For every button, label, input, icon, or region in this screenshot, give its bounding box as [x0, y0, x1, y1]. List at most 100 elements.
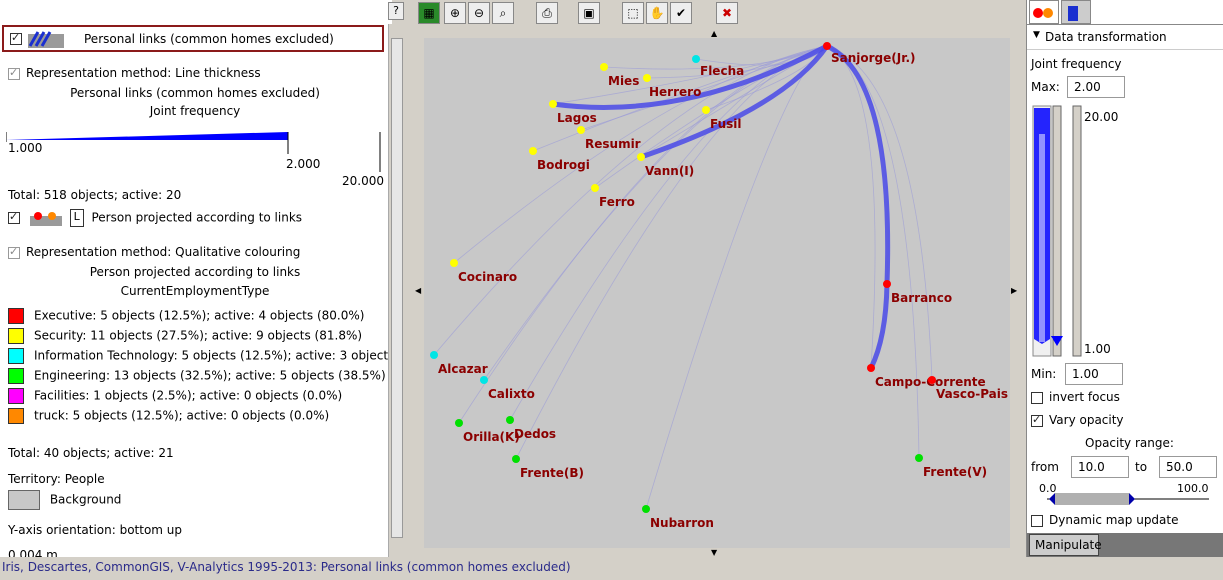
clear-selection-icon[interactable]: ✖ [716, 2, 738, 24]
layer-visibility-checkbox[interactable] [8, 210, 20, 224]
class-label: Facilities: 1 objects (2.5%); active: 0 … [34, 388, 343, 403]
representation-checkbox[interactable] [8, 66, 20, 80]
legend-panel: Personal links (common homes excluded) R… [0, 0, 392, 557]
zoom-in-icon[interactable]: ⊕ [444, 2, 466, 24]
dynamic-update-row[interactable]: Dynamic map update [1031, 513, 1179, 527]
node-point[interactable] [600, 63, 608, 71]
persons-total: Total: 40 objects; active: 21 [8, 446, 174, 460]
point-layer-icon [29, 212, 62, 226]
class-row[interactable]: Facilities: 1 objects (2.5%); active: 0 … [8, 388, 342, 404]
print-icon[interactable]: ⎙ [536, 2, 558, 24]
pan-down-arrow[interactable]: ▼ [711, 548, 717, 557]
node-point[interactable] [480, 376, 488, 384]
focus-slider[interactable] [1031, 104, 1091, 358]
node-point[interactable] [512, 455, 520, 463]
node-label: Fusil [710, 117, 742, 131]
node-point[interactable] [702, 106, 710, 114]
legend-scrollbar[interactable] [388, 24, 404, 557]
node-label: Vann(I) [645, 164, 694, 178]
node-label: Calixto [488, 387, 535, 401]
class-color-swatch[interactable] [8, 348, 24, 364]
to-label: to [1135, 460, 1148, 474]
map-svg[interactable]: Sanjorge(Jr.) Flecha Mies Herrero Lagos Fusil… [424, 38, 1010, 548]
territory-label: Territory: People [8, 472, 105, 486]
strong-link[interactable] [825, 43, 891, 285]
class-color-swatch[interactable] [8, 388, 24, 404]
node-point[interactable] [455, 419, 463, 427]
background-swatch[interactable] [8, 490, 40, 510]
node-point[interactable] [692, 55, 700, 63]
node-point[interactable] [506, 416, 514, 424]
node-point[interactable] [928, 376, 936, 384]
representation-checkbox[interactable] [8, 245, 20, 259]
class-color-swatch[interactable] [8, 308, 24, 324]
vary-opacity-checkbox[interactable] [1031, 413, 1043, 427]
background-row[interactable]: Background [8, 490, 121, 510]
vary-opacity-label: Vary opacity [1049, 413, 1124, 427]
node-point[interactable] [591, 184, 599, 192]
node-point[interactable] [529, 147, 537, 155]
map-canvas[interactable]: Sanjorge(Jr.) Flecha Mies Herrero Lagos Fusil… [424, 38, 1010, 548]
confirm-check-icon[interactable]: ✔ [670, 2, 692, 24]
node-point[interactable] [430, 351, 438, 359]
node-point[interactable] [549, 100, 557, 108]
node-point[interactable] [867, 364, 875, 372]
class-label: Engineering: 13 objects (32.5%); active:… [34, 368, 386, 383]
world-map-icon[interactable]: ▦ [418, 2, 440, 24]
class-row[interactable]: truck: 5 objects (12.5%); active: 0 obje… [8, 408, 329, 424]
tab-lines[interactable] [1061, 0, 1091, 24]
collapse-triangle-icon[interactable]: ▼ [1033, 30, 1040, 40]
class-row[interactable]: Engineering: 13 objects (32.5%); active:… [8, 368, 386, 384]
layer-person-projected[interactable]: L Person projected according to links [8, 209, 302, 227]
min-label: Min: [1031, 367, 1057, 381]
pan-left-arrow[interactable]: ◀ [415, 286, 421, 295]
pan-right-arrow[interactable]: ▶ [1011, 286, 1017, 295]
layer-personal-links[interactable]: Personal links (common homes excluded) [2, 25, 384, 52]
node-point[interactable] [883, 280, 891, 288]
class-row[interactable]: Security: 11 objects (27.5%); active: 9 … [8, 328, 362, 344]
save-icon[interactable]: ▣ [578, 2, 600, 24]
attribute-name: CurrentEmploymentType [120, 284, 270, 298]
invert-focus-row[interactable]: invert focus [1031, 390, 1120, 404]
help-button[interactable]: ? [388, 2, 404, 20]
class-color-swatch[interactable] [8, 408, 24, 424]
node-label: Bodrogi [537, 158, 590, 172]
opacity-range-slider[interactable] [1031, 490, 1219, 508]
vary-opacity-row[interactable]: Vary opacity [1031, 413, 1124, 427]
zoom-reset-icon[interactable]: ⌕ [492, 2, 514, 24]
scrollbar-thumb[interactable] [391, 38, 403, 538]
opacity-to-input[interactable]: 50.0 [1159, 456, 1217, 478]
pan-hand-icon[interactable]: ✋ [646, 2, 668, 24]
node-point[interactable] [823, 42, 831, 50]
node-point[interactable] [915, 454, 923, 462]
scale-min-label: 1.000 [8, 141, 43, 155]
pan-up-arrow[interactable]: ▲ [711, 29, 717, 38]
max-input[interactable]: 2.00 [1067, 76, 1125, 98]
invert-focus-checkbox[interactable] [1031, 391, 1043, 404]
class-color-swatch[interactable] [8, 328, 24, 344]
layer-title: Person projected according to links [91, 210, 303, 225]
from-label: from [1031, 460, 1059, 474]
tab-manipulate[interactable]: Manipulate [1029, 534, 1102, 556]
node-point[interactable] [643, 74, 651, 82]
node-point[interactable] [637, 153, 645, 161]
min-input[interactable]: 1.00 [1065, 363, 1123, 385]
representation-row-1[interactable]: Representation method: Line thickness [8, 66, 261, 80]
representation-row-2[interactable]: Representation method: Qualitative colou… [8, 245, 300, 259]
node-point[interactable] [642, 505, 650, 513]
splitter[interactable] [404, 24, 414, 557]
class-row[interactable]: Information Technology: 5 objects (12.5%… [8, 348, 392, 364]
dynamic-update-checkbox[interactable] [1031, 514, 1043, 527]
manipulator-panel: ▼ Data transformation Joint frequency Ma… [1026, 0, 1223, 557]
layer-visibility-checkbox[interactable] [10, 31, 22, 45]
node-point[interactable] [577, 126, 585, 134]
class-color-swatch[interactable] [8, 368, 24, 384]
zoom-out-icon[interactable]: ⊖ [468, 2, 490, 24]
tab-colours[interactable] [1029, 0, 1059, 24]
opacity-from-input[interactable]: 10.0 [1071, 456, 1129, 478]
class-row[interactable]: Executive: 5 objects (12.5%); active: 4 … [8, 308, 364, 324]
faint-link [826, 45, 933, 381]
node-point[interactable] [450, 259, 458, 267]
node-label: Nubarron [650, 516, 714, 530]
select-rectangle-icon[interactable]: ⬚ [622, 2, 644, 24]
